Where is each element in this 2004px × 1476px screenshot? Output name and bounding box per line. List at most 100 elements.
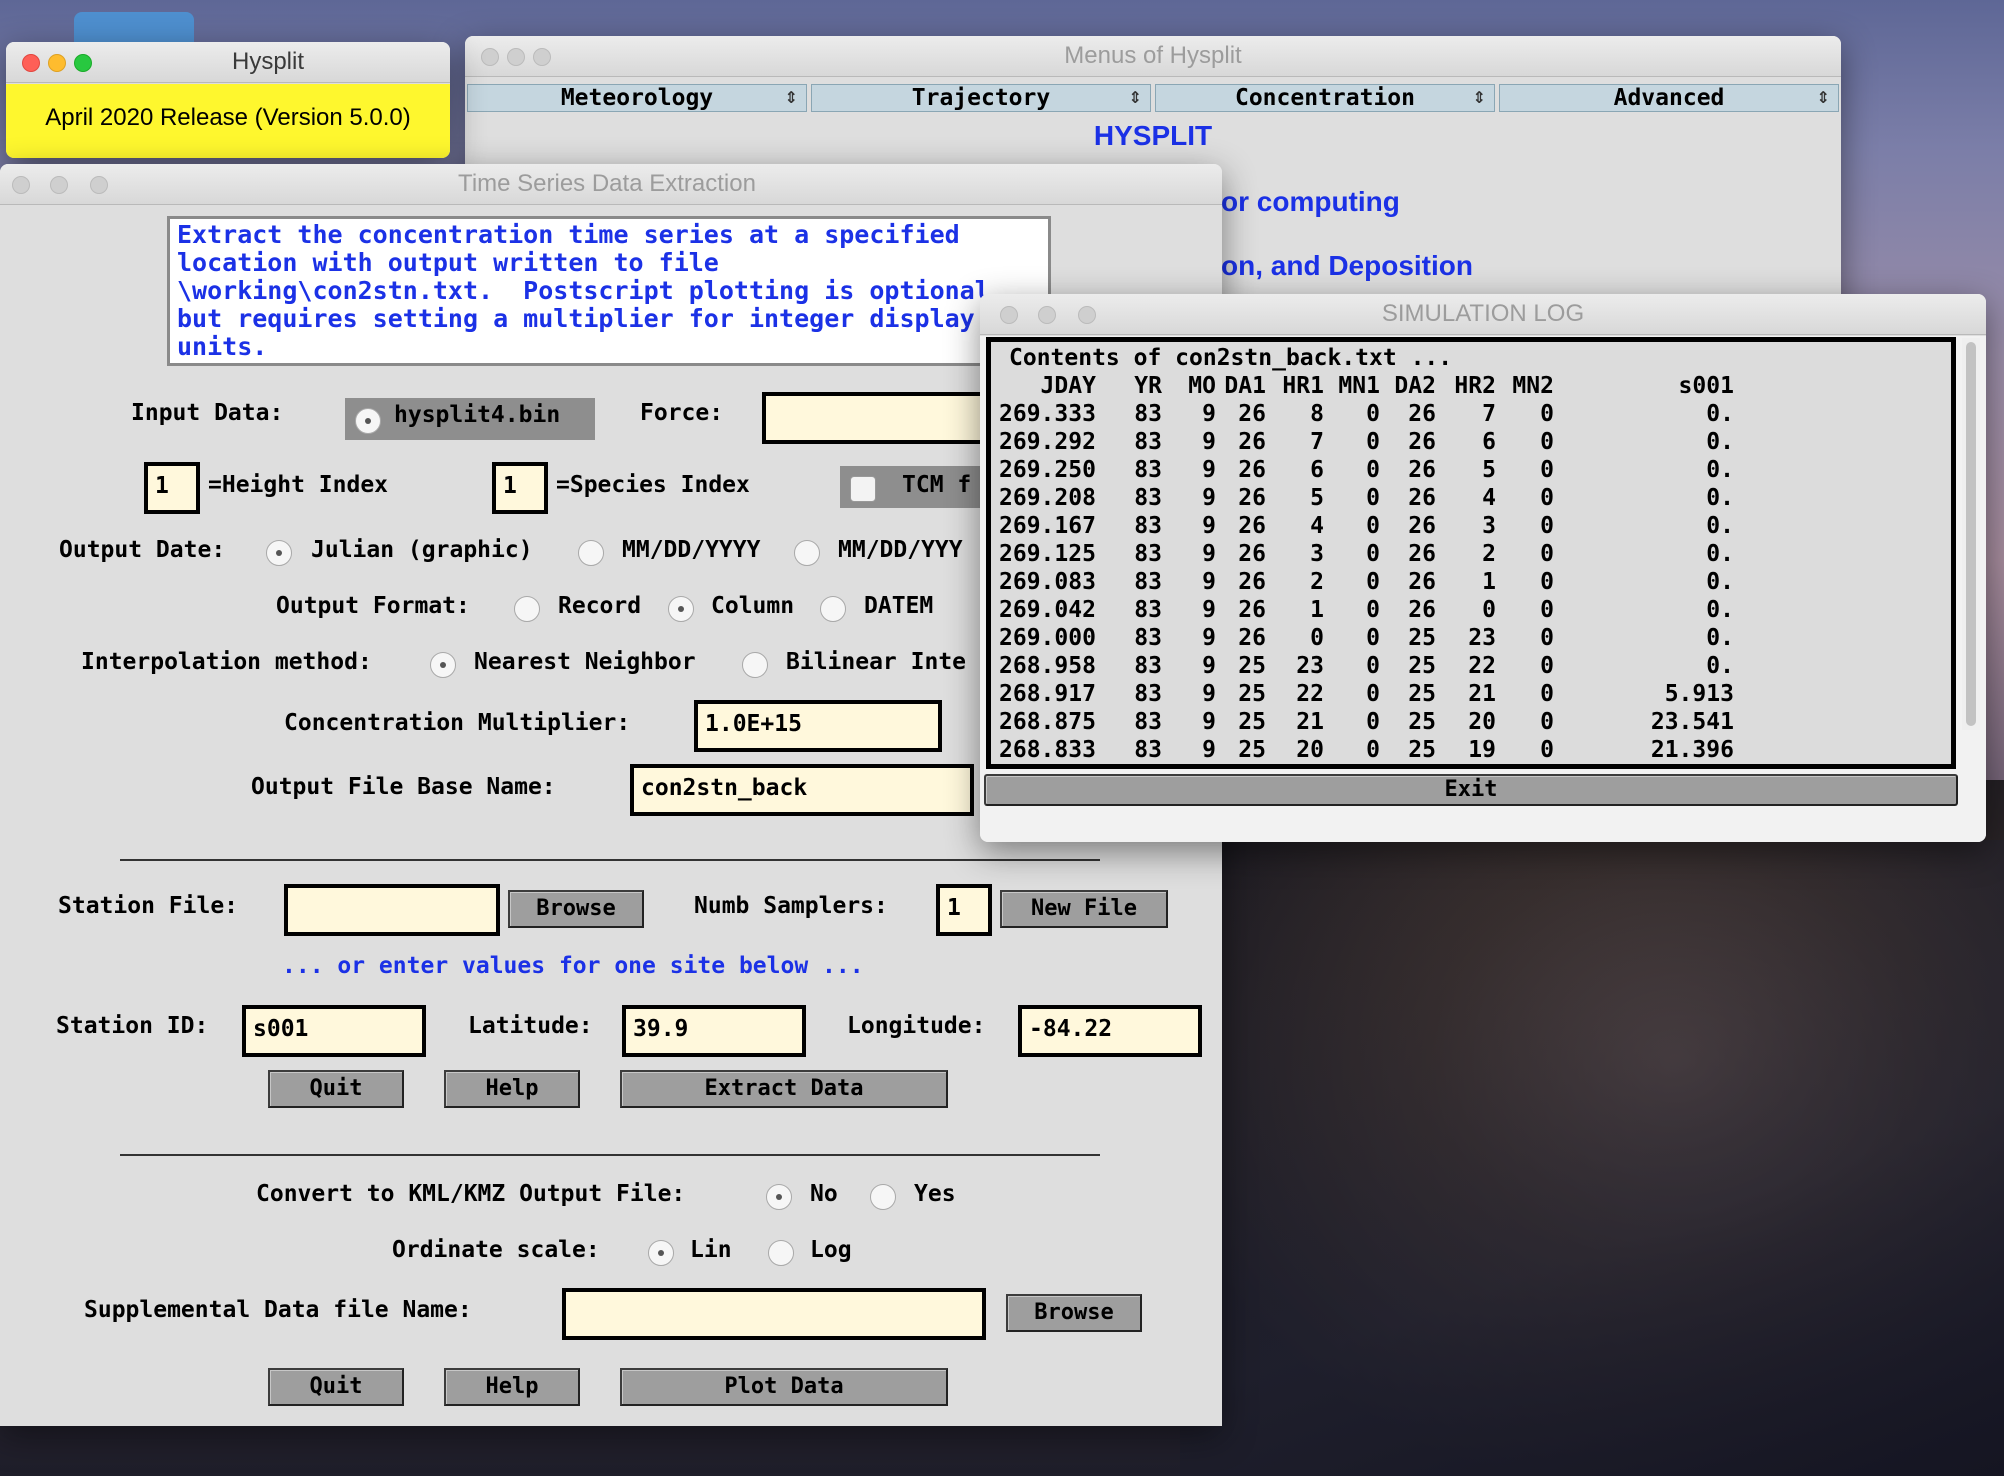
help-button[interactable]: Help — [444, 1070, 580, 1108]
extract-data-button[interactable]: Extract Data — [620, 1070, 948, 1108]
kml-yes-radio[interactable] — [870, 1184, 896, 1210]
log-cell: 4 — [1310, 513, 1324, 539]
log-cell: 7 — [1482, 401, 1496, 427]
input-data-option[interactable]: hysplit4.bin — [345, 398, 595, 440]
ordinate-lin-radio[interactable] — [648, 1240, 674, 1266]
menus-text-line2: on, and Deposition — [1221, 250, 1473, 281]
timeseries-titlebar[interactable]: Time Series Data Extraction — [0, 164, 1222, 205]
longitude-field[interactable]: -84.22 — [1018, 1005, 1202, 1057]
log-cell: 4 — [1482, 485, 1496, 511]
log-column-header: DA2 — [1394, 373, 1436, 399]
station-id-label: Station ID: — [56, 1013, 209, 1039]
numb-samplers-field[interactable]: 1 — [936, 884, 992, 936]
log-cell: 268.875 — [999, 709, 1096, 735]
log-cell: 0 — [1366, 401, 1380, 427]
menu-advanced[interactable]: Advanced ⇕ — [1499, 84, 1839, 112]
ordinate-log-label: Log — [810, 1237, 852, 1263]
log-cell: 7 — [1310, 429, 1324, 455]
log-cell: 0 — [1366, 653, 1380, 679]
menu-trajectory[interactable]: Trajectory ⇕ — [811, 84, 1151, 112]
log-titlebar[interactable]: SIMULATION LOG — [980, 294, 1986, 335]
checkbox-icon[interactable] — [850, 476, 876, 502]
description-line: but requires setting a multiplier for in… — [177, 304, 975, 333]
latitude-label: Latitude: — [468, 1013, 593, 1039]
description-line: \working\con2stn.txt. Postscript plottin… — [177, 276, 990, 305]
help-plot-button[interactable]: Help — [444, 1368, 580, 1406]
log-row: 269.000 83 9 26 0 0 25 23 0 0. — [999, 624, 1734, 652]
log-cell: 21.396 — [1650, 737, 1734, 763]
output-format-record-radio[interactable] — [514, 596, 540, 622]
log-cell: 26 — [1408, 457, 1436, 483]
menus-heading: HYSPLIT — [1093, 120, 1213, 151]
radio-button[interactable] — [355, 408, 381, 434]
ordinate-log-radio[interactable] — [768, 1240, 794, 1266]
log-cell: 0 — [1540, 709, 1554, 735]
station-id-field[interactable]: s001 — [242, 1005, 426, 1057]
force-field[interactable] — [762, 392, 1002, 444]
output-date-mmddyyyy-radio[interactable] — [578, 540, 604, 566]
quit-plot-button[interactable]: Quit — [268, 1368, 404, 1406]
description-line: units. — [177, 332, 268, 361]
supp-browse-button[interactable]: Browse — [1006, 1294, 1142, 1332]
log-cell: 26 — [1238, 485, 1266, 511]
output-date-mmddyyy-radio[interactable] — [794, 540, 820, 566]
station-browse-button[interactable]: Browse — [508, 890, 644, 928]
menu-meteorology[interactable]: Meteorology ⇕ — [467, 84, 807, 112]
log-cell: 25 — [1238, 681, 1266, 707]
menus-titlebar[interactable]: Menus of Hysplit — [465, 36, 1841, 77]
close-icon[interactable] — [22, 54, 40, 72]
output-date-julian-radio[interactable] — [266, 540, 292, 566]
kml-yes-label: Yes — [914, 1181, 956, 1207]
minimize-icon[interactable] — [48, 54, 66, 72]
chevron-updown-icon: ⇕ — [784, 88, 798, 107]
log-cell: 0. — [1706, 569, 1734, 595]
log-row: 269.292 83 9 26 7 0 26 6 0 0. — [999, 428, 1734, 456]
conc-mult-field[interactable]: 1.0E+15 — [694, 700, 942, 752]
log-cell: 26 — [1238, 569, 1266, 595]
log-cell: 83 — [1134, 737, 1162, 763]
supp-field[interactable] — [562, 1288, 986, 1340]
output-format-datem-radio[interactable] — [820, 596, 846, 622]
kml-no-radio[interactable] — [766, 1184, 792, 1210]
log-cell: 9 — [1202, 597, 1216, 623]
kml-no-label: No — [810, 1181, 838, 1207]
log-cell: 23 — [1296, 653, 1324, 679]
log-cell: 0. — [1706, 653, 1734, 679]
log-cell: 269.292 — [999, 429, 1096, 455]
log-cell: 83 — [1134, 709, 1162, 735]
base-name-field[interactable]: con2stn_back — [630, 764, 974, 816]
interp-nearest-radio[interactable] — [430, 652, 456, 678]
log-cell: 9 — [1202, 485, 1216, 511]
log-cell: 5.913 — [1664, 681, 1734, 707]
interp-bilinear-radio[interactable] — [742, 652, 768, 678]
species-index-label: =Species Index — [556, 472, 750, 498]
exit-button[interactable]: Exit — [984, 774, 1958, 806]
menu-concentration[interactable]: Concentration ⇕ — [1155, 84, 1495, 112]
log-text-area[interactable]: Contents of con2stn_back.txt ... JDAY YR M… — [986, 337, 1956, 769]
hysplit-titlebar[interactable]: Hysplit — [6, 42, 450, 83]
station-file-field[interactable] — [284, 884, 500, 936]
latitude-field[interactable]: 39.9 — [622, 1005, 806, 1057]
window-title: SIMULATION LOG — [1381, 300, 1585, 327]
log-cell: 268.958 — [999, 653, 1096, 679]
log-cell: 0. — [1706, 541, 1734, 567]
log-scrollbar[interactable] — [1962, 338, 1980, 730]
quit-button[interactable]: Quit — [268, 1070, 404, 1108]
log-row: 268.875 83 9 25 21 0 25 20 0 23.541 — [999, 708, 1734, 736]
plot-data-button[interactable]: Plot Data — [620, 1368, 948, 1406]
species-index-field[interactable]: 1 — [492, 462, 548, 514]
output-format-datem-label: DATEM — [864, 593, 934, 619]
log-cell: 25 — [1238, 737, 1266, 763]
log-cell: 0 — [1366, 457, 1380, 483]
log-cell: 0 — [1540, 681, 1554, 707]
log-cell: 26 — [1238, 457, 1266, 483]
log-cell: 6 — [1482, 429, 1496, 455]
scrollbar-thumb[interactable] — [1966, 342, 1976, 726]
height-index-field[interactable]: 1 — [144, 462, 200, 514]
numb-samplers-label: Numb Samplers: — [694, 893, 888, 919]
log-table: JDAY YR MO DA1 HR1 MN1 DA2 HR2 MN2 s001 269.333 83… — [999, 372, 1734, 764]
new-file-button[interactable]: New File — [1000, 890, 1168, 928]
log-cell: 25 — [1238, 653, 1266, 679]
output-format-column-radio[interactable] — [668, 596, 694, 622]
log-cell: 0 — [1366, 485, 1380, 511]
